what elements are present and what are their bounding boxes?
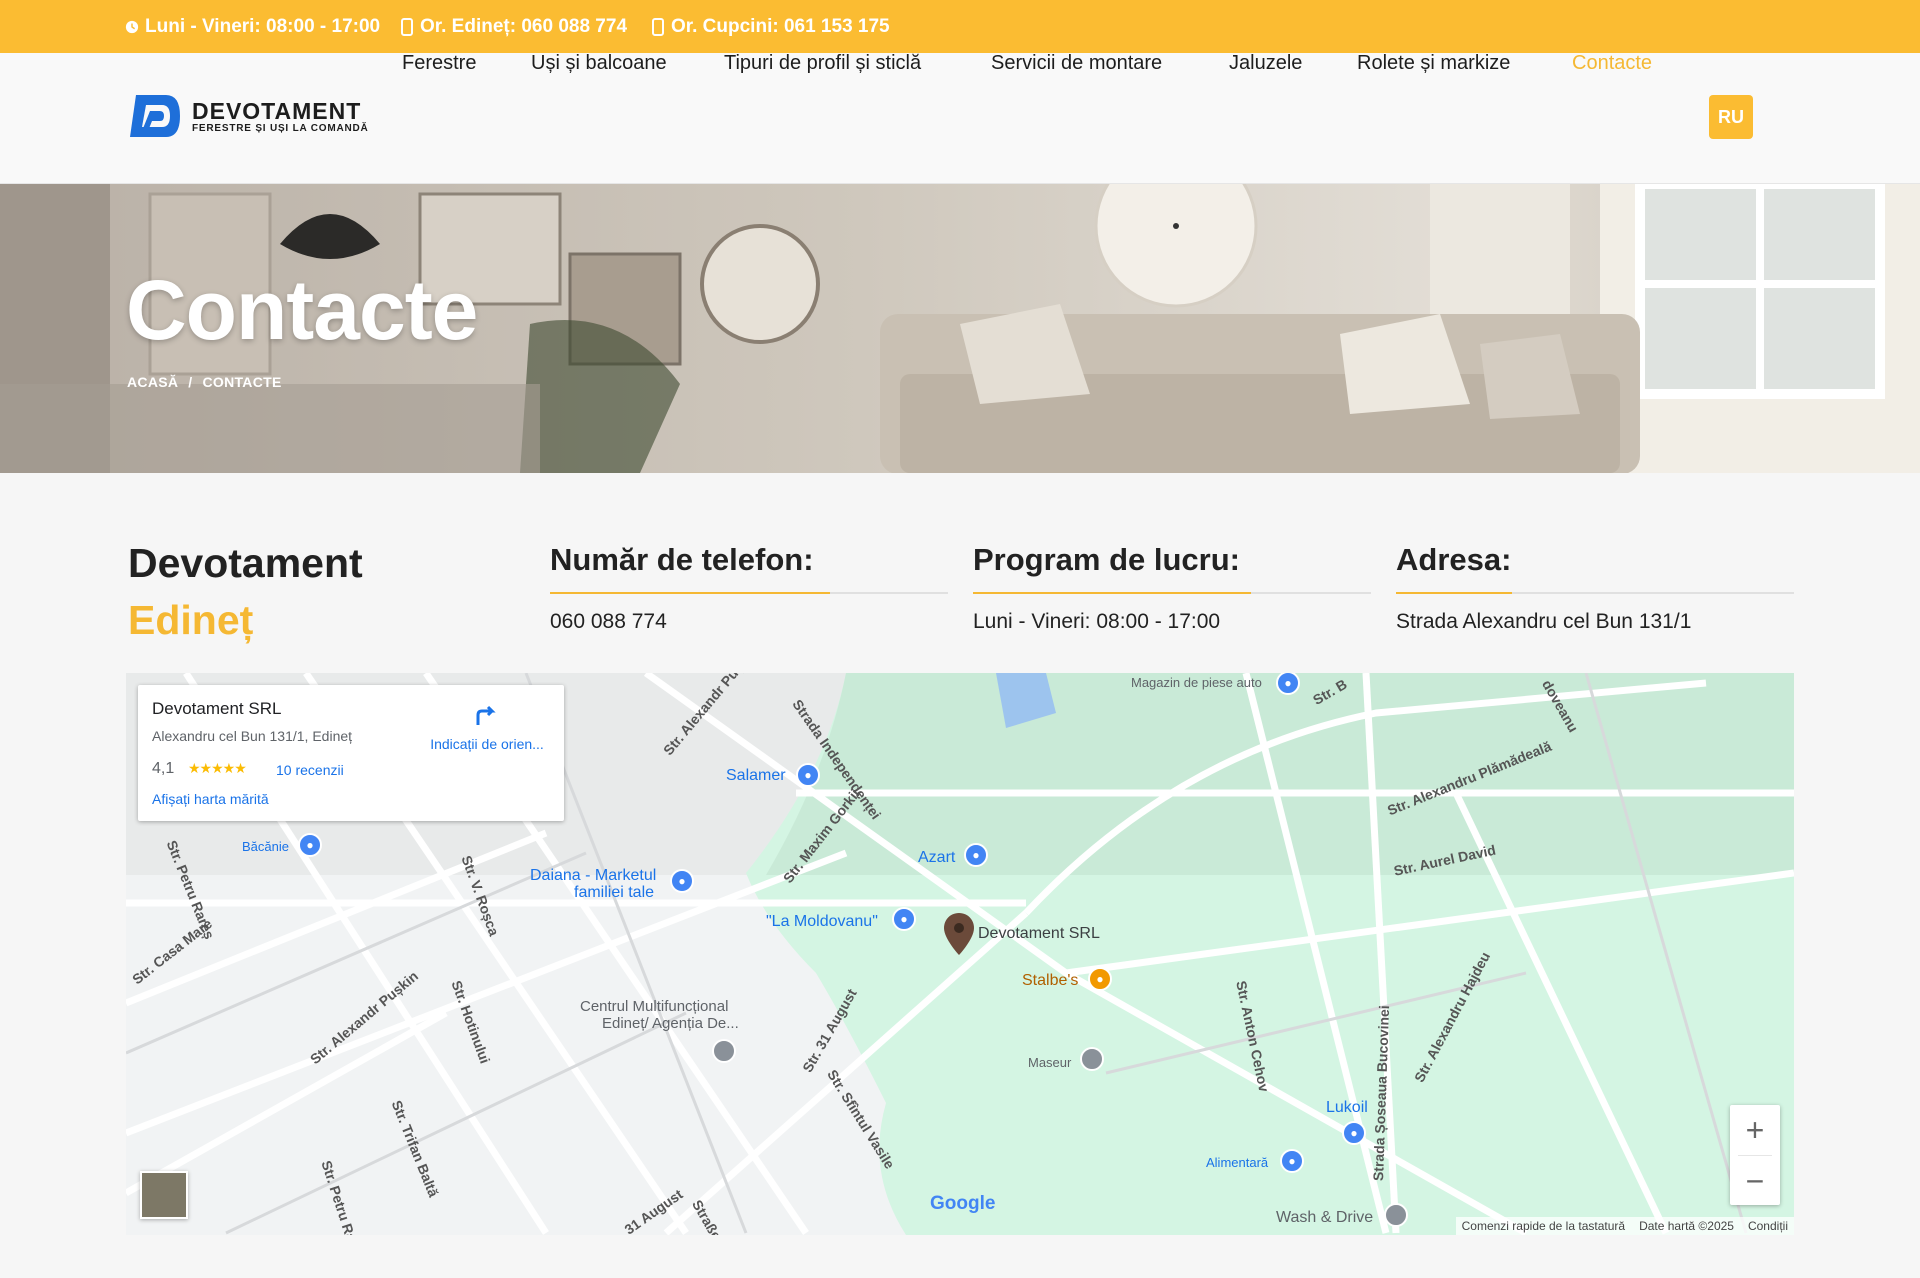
dentist-icon[interactable]: ●	[1088, 967, 1112, 991]
poi-stalbes-label[interactable]: Stalbe's	[1022, 972, 1078, 990]
gas-station-icon[interactable]: ●	[1342, 1121, 1366, 1145]
nav-rolete-markize[interactable]: Rolete și markize	[1357, 52, 1510, 75]
poi-daiana-label-2[interactable]: familiei tale	[574, 884, 654, 902]
larger-map-link[interactable]: Afișați harta mărită	[152, 791, 269, 807]
directions-icon	[476, 705, 496, 725]
google-logo: Google	[930, 1193, 995, 1215]
phone-heading: Număr de telefon:	[550, 542, 814, 577]
map-place-card: Devotament SRL Alexandru cel Bun 131/1, …	[138, 685, 564, 821]
zoom-out-button[interactable]: −	[1730, 1156, 1780, 1206]
page-title: Contacte	[126, 263, 478, 357]
phone-cupcini-info[interactable]: Or. Cupcini: 061 153 175	[651, 16, 890, 38]
poi-devotament-label[interactable]: Devotament SRL	[978, 925, 1100, 943]
keyboard-shortcuts-link[interactable]: Comenzi rapide de la tastatură	[1462, 1219, 1625, 1233]
place-marker-icon[interactable]	[1384, 1203, 1408, 1227]
rating-stars: ★★★★★	[188, 760, 247, 776]
poi-centrul-label[interactable]: Centrul Multifuncțional	[580, 998, 728, 1015]
poi-bacanie-label[interactable]: Băcănie	[242, 839, 289, 854]
terms-link[interactable]: Condiții	[1748, 1219, 1788, 1233]
zoom-controls: + −	[1730, 1105, 1780, 1205]
poi-lukoil-label[interactable]: Lukoil	[1326, 1099, 1368, 1117]
address-column: Adresa: Strada Alexandru cel Bun 131/1	[1396, 542, 1794, 634]
hours-info: Luni - Vineri: 08:00 - 17:00	[125, 16, 380, 38]
google-logo-text: Google	[930, 1193, 996, 1214]
shopping-icon[interactable]: ●	[670, 869, 694, 893]
language-switch-button[interactable]: RU	[1709, 95, 1753, 139]
phone-value[interactable]: 060 088 774	[550, 610, 948, 634]
mobile-phone-icon	[652, 18, 664, 36]
company-city: Edineț	[128, 597, 254, 643]
poi-salamer-label[interactable]: Salamer	[726, 767, 786, 785]
phone-column: Număr de telefon: 060 088 774	[550, 542, 948, 634]
top-bar: Luni - Vineri: 08:00 - 17:00 Or. Edineț:…	[0, 0, 1920, 53]
site-logo[interactable]: DEVOTAMENT FERESTRE ȘI UȘI LA COMANDĂ	[128, 93, 369, 139]
place-marker-icon[interactable]	[1080, 1047, 1104, 1071]
poi-maseur-label[interactable]: Maseur	[1028, 1055, 1071, 1070]
phone-divider	[550, 592, 948, 594]
logo-mark-icon	[130, 95, 180, 137]
google-map-embed[interactable]: Str. Alexandr Pușk Strada Independenței …	[126, 673, 1794, 1235]
location-pin-icon[interactable]	[942, 911, 976, 957]
hours-column: Program de lucru: Luni - Vineri: 08:00 -…	[973, 542, 1371, 634]
logo-name: DEVOTAMENT	[192, 97, 362, 124]
satellite-toggle-button[interactable]	[140, 1171, 188, 1219]
nav-usi-balcoane[interactable]: Uși și balcoane	[531, 52, 667, 75]
shopping-icon[interactable]: ●	[964, 843, 988, 867]
poi-azart-label[interactable]: Azart	[918, 849, 955, 867]
nav-ferestre[interactable]: Ferestre	[402, 52, 476, 75]
map-data-text: Date hartă ©2025	[1639, 1219, 1734, 1233]
address-value: Strada Alexandru cel Bun 131/1	[1396, 610, 1692, 633]
breadcrumb: ACASĂ / CONTACTE	[127, 374, 282, 390]
place-address: Alexandru cel Bun 131/1, Edineț	[152, 728, 353, 744]
breadcrumb-separator: /	[188, 374, 193, 390]
hours-value: Luni - Vineri: 08:00 - 17:00	[973, 610, 1221, 633]
phone-cupcini-text[interactable]: Or. Cupcini: 061 153 175	[671, 16, 890, 38]
place-rating: 4,1	[152, 760, 175, 777]
directions-label[interactable]: Indicații de orien...	[422, 736, 552, 752]
place-name: Devotament SRL	[152, 699, 282, 718]
shopping-icon[interactable]: ●	[796, 763, 820, 787]
reviews-link[interactable]: 10 recenzii	[276, 762, 344, 778]
company-name: Devotament	[128, 540, 363, 586]
mobile-phone-icon	[401, 18, 413, 36]
breadcrumb-current: CONTACTE	[202, 374, 282, 390]
phone-edinet-info[interactable]: Or. Edineț: 060 088 774	[400, 16, 627, 38]
zoom-in-button[interactable]: +	[1730, 1105, 1780, 1155]
clock-icon	[125, 20, 139, 34]
shopping-icon[interactable]: ●	[1280, 1149, 1304, 1173]
poi-moldovanu-label[interactable]: "La Moldovanu"	[766, 913, 878, 931]
poi-centrul-label-2[interactable]: Edineț/ Agenția De...	[602, 1015, 739, 1032]
nav-jaluzele[interactable]: Jaluzele	[1229, 52, 1302, 75]
address-divider	[1396, 592, 1794, 594]
nav-contacte[interactable]: Contacte	[1572, 52, 1652, 75]
hours-divider	[973, 592, 1371, 594]
place-marker-icon[interactable]	[712, 1039, 736, 1063]
nav-tipuri-profil[interactable]: Tipuri de profil și sticlă	[724, 52, 921, 75]
directions-button[interactable]: Indicații de orien...	[422, 701, 552, 752]
hours-text: Luni - Vineri: 08:00 - 17:00	[145, 16, 381, 37]
phone-edinet-text[interactable]: Or. Edineț: 060 088 774	[420, 16, 627, 38]
breadcrumb-home[interactable]: ACASĂ	[127, 374, 178, 390]
logo-tagline: FERESTRE ȘI UȘI LA COMANDĂ	[192, 122, 369, 134]
poi-alimentara-label[interactable]: Alimentară	[1206, 1155, 1268, 1170]
poi-magazin-label[interactable]: Magazin de piese auto	[1131, 675, 1262, 690]
company-block: Devotament Edineț	[128, 540, 363, 644]
poi-wash-label[interactable]: Wash & Drive	[1276, 1209, 1373, 1227]
nav-servicii-montare[interactable]: Servicii de montare	[991, 52, 1162, 75]
shopping-icon[interactable]: ●	[892, 907, 916, 931]
map-attribution: Comenzi rapide de la tastatură Date hart…	[1455, 1217, 1794, 1235]
cart-icon[interactable]: ●	[298, 833, 322, 857]
address-heading: Adresa:	[1396, 542, 1512, 577]
hours-heading: Program de lucru:	[973, 542, 1240, 577]
poi-daiana-label[interactable]: Daiana - Marketul	[530, 867, 656, 885]
